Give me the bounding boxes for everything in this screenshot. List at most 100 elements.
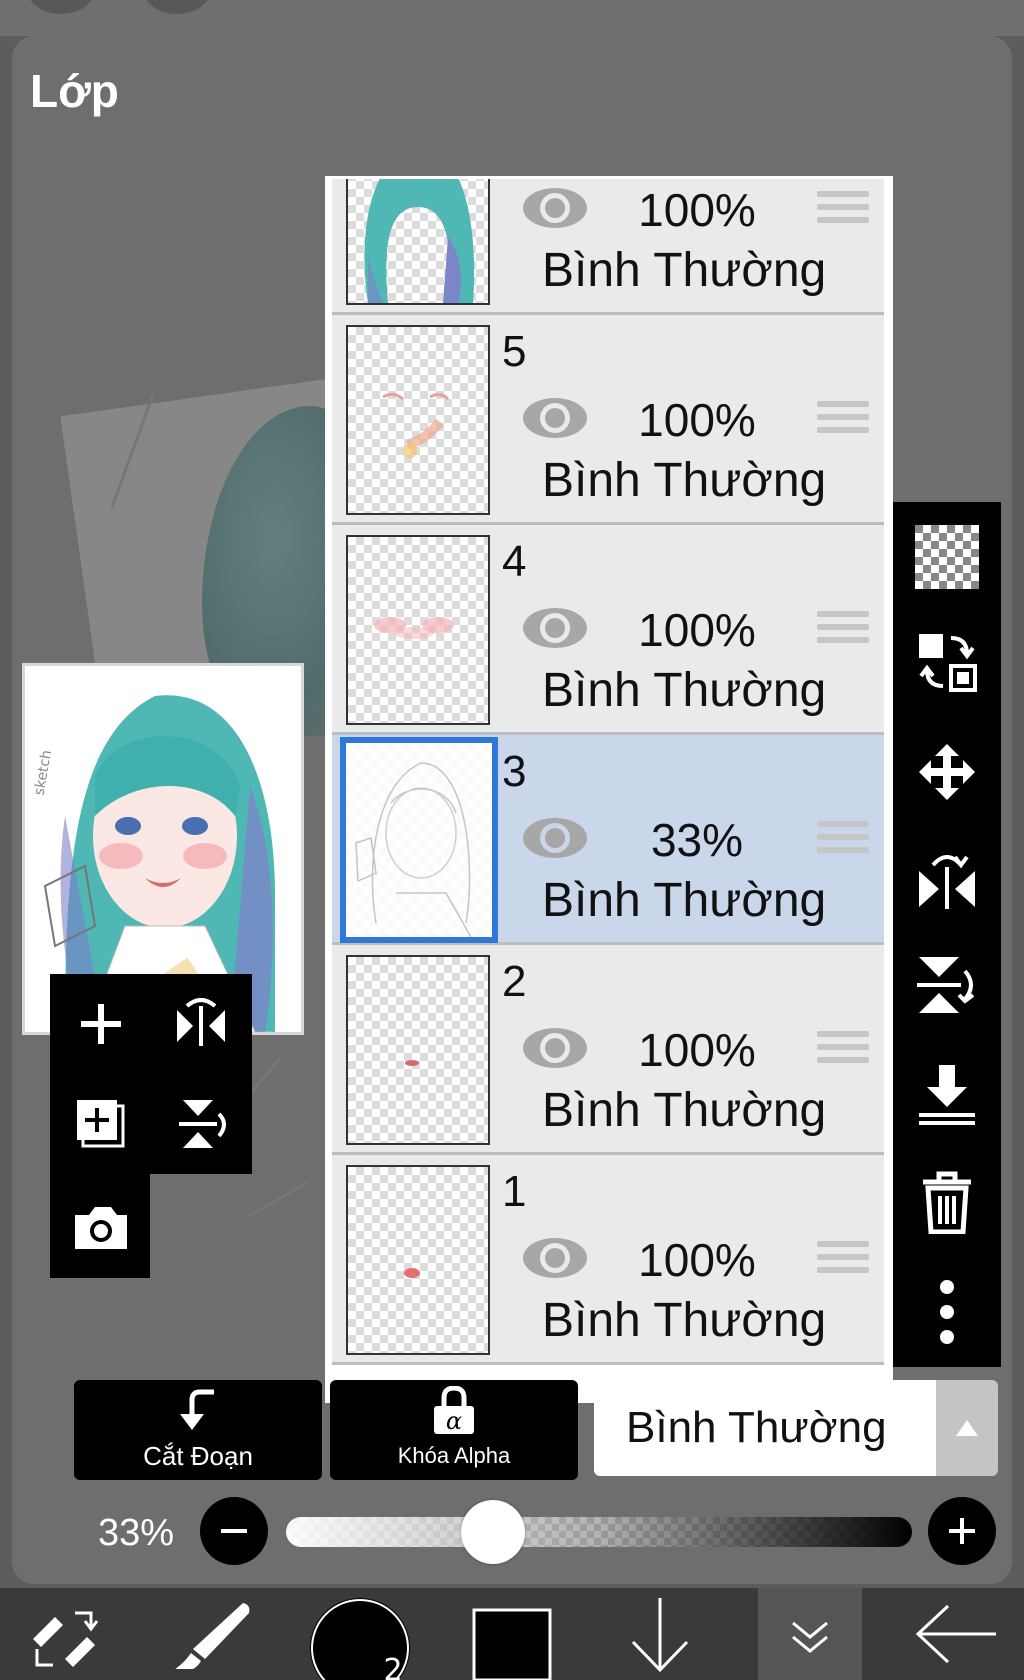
brush-size-value: 2 xyxy=(383,1653,402,1680)
flip-v-button[interactable] xyxy=(156,1079,246,1169)
eye-icon xyxy=(523,1028,587,1068)
color-swatch-button[interactable] xyxy=(462,1588,562,1680)
back-button[interactable] xyxy=(900,1588,1010,1680)
layer-visibility-toggle[interactable] xyxy=(520,185,590,236)
eye-icon xyxy=(523,608,587,648)
minus-icon xyxy=(221,1529,247,1533)
eye-icon xyxy=(523,1238,587,1278)
collapse-icon xyxy=(792,1621,828,1653)
layer-thumbnail xyxy=(340,737,498,943)
layer-thumbnail xyxy=(346,325,490,515)
camera-icon xyxy=(75,1207,127,1249)
layer-visibility-toggle[interactable] xyxy=(520,1235,590,1286)
merge-down-button[interactable] xyxy=(893,1050,1001,1140)
opacity-decrease-button[interactable] xyxy=(200,1497,268,1565)
drag-handle-icon[interactable] xyxy=(817,611,869,650)
layer-list: 6 100% Bình Thường 5 100% xyxy=(325,176,893,1403)
status-strip xyxy=(0,0,1024,36)
more-button[interactable] xyxy=(893,1267,1001,1357)
add-copy-layer-button[interactable] xyxy=(56,1079,146,1169)
layer-down-button[interactable] xyxy=(610,1588,710,1680)
eye-icon xyxy=(523,398,587,438)
flip-h-icon xyxy=(177,998,225,1046)
layer-row[interactable]: 4 100% Bình Thường xyxy=(332,525,884,735)
drag-handle-icon[interactable] xyxy=(817,1031,869,1070)
layer-thumbnail-art xyxy=(364,179,475,303)
camera-button[interactable] xyxy=(56,1183,146,1273)
drag-handle-icon[interactable] xyxy=(817,401,869,440)
opacity-increase-button[interactable] xyxy=(928,1497,996,1565)
trash-icon xyxy=(923,1171,971,1234)
layer-visibility-toggle[interactable] xyxy=(520,1025,590,1076)
down-arrow-icon xyxy=(631,1598,689,1673)
drag-handle-icon[interactable] xyxy=(817,1241,869,1280)
layer-row[interactable]: 1 100% Bình Thường xyxy=(332,1155,884,1365)
checker-icon xyxy=(915,525,979,589)
layer-opacity: 100% xyxy=(638,184,756,236)
opacity-slider[interactable] xyxy=(286,1500,912,1564)
layer-thumbnail xyxy=(346,1165,490,1355)
alpha-glyph: α xyxy=(446,1407,462,1435)
back-icon xyxy=(915,1604,996,1664)
blend-mode-select[interactable]: Bình Thường xyxy=(594,1380,936,1476)
move-button[interactable] xyxy=(893,727,1001,817)
opacity-label: 33% xyxy=(98,1512,175,1554)
status-blob xyxy=(142,0,212,14)
layer-row[interactable]: 5 100% Bình Thường xyxy=(332,315,884,525)
layer-number: 3 xyxy=(502,747,527,796)
layer-blend-mode: Bình Thường xyxy=(542,454,827,507)
right-toolbar xyxy=(893,502,1001,1367)
layer-opacity: 100% xyxy=(638,1234,756,1286)
layer-opacity: 100% xyxy=(638,394,756,446)
layer-thumbnail-art xyxy=(382,392,450,458)
layer-visibility-toggle[interactable] xyxy=(520,815,590,866)
layer-thumbnail xyxy=(346,179,490,305)
more-icon xyxy=(940,1280,954,1344)
layer-visibility-toggle[interactable] xyxy=(520,395,590,446)
layer-row[interactable]: 6 100% Bình Thường xyxy=(332,179,884,315)
color-swatch-icon xyxy=(472,1608,552,1680)
layer-visibility-toggle[interactable] xyxy=(520,605,590,656)
layer-opacity: 100% xyxy=(638,604,756,656)
delete-layer-button[interactable] xyxy=(893,1157,1001,1247)
flip-vertical-button[interactable] xyxy=(893,940,1001,1030)
layer-opacity: 100% xyxy=(638,1024,756,1076)
clear-layer-button[interactable] xyxy=(893,512,1001,602)
opacity-slider-thumb[interactable] xyxy=(460,1500,525,1564)
plus-icon xyxy=(949,1518,975,1544)
clipping-button[interactable]: Cắt Đoạn xyxy=(74,1380,322,1480)
drag-handle-icon[interactable] xyxy=(817,821,869,860)
panel-title: Lớp xyxy=(30,65,119,117)
flip-horizontal-button[interactable] xyxy=(893,834,1001,924)
transform-icon xyxy=(33,1611,99,1667)
swap-layer-icon xyxy=(919,634,977,692)
alpha-lock-label: Khóa Alpha xyxy=(397,1443,511,1468)
add-layer-button[interactable] xyxy=(56,979,146,1069)
layer-blend-mode: Bình Thường xyxy=(542,1084,827,1137)
bottom-app-bar: 2 xyxy=(0,1588,1024,1680)
eye-icon xyxy=(523,188,587,228)
layer-thumbnail-art xyxy=(346,743,492,937)
alpha-lock-button[interactable]: α Khóa Alpha xyxy=(330,1380,578,1480)
layer-number: 4 xyxy=(502,537,527,586)
transform-tool-button[interactable] xyxy=(20,1588,110,1680)
swap-layer-button[interactable] xyxy=(893,617,1001,707)
layer-thumbnail xyxy=(346,955,490,1145)
layer-row[interactable]: 2 100% Bình Thường xyxy=(332,945,884,1155)
layer-number: 1 xyxy=(502,1167,527,1216)
blend-mode-dropdown[interactable] xyxy=(936,1380,998,1476)
layer-row-selected[interactable]: 3 33% Bình Thường xyxy=(332,735,884,945)
collapse-button[interactable] xyxy=(758,1588,862,1680)
layer-number: 5 xyxy=(502,327,527,376)
brush-size-button[interactable]: 2 xyxy=(300,1588,420,1680)
drag-handle-icon[interactable] xyxy=(817,191,869,230)
brush-icon xyxy=(175,1603,250,1669)
sketch-line xyxy=(246,1181,309,1219)
layer-number: 2 xyxy=(502,957,527,1006)
layer-blend-mode: Bình Thường xyxy=(542,1294,827,1347)
brush-tool-button[interactable] xyxy=(160,1588,260,1680)
triangle-up-icon xyxy=(956,1420,978,1436)
flip-h-button[interactable] xyxy=(156,979,246,1069)
add-layer-icon xyxy=(81,1004,121,1044)
flip-v-icon xyxy=(179,1100,226,1148)
